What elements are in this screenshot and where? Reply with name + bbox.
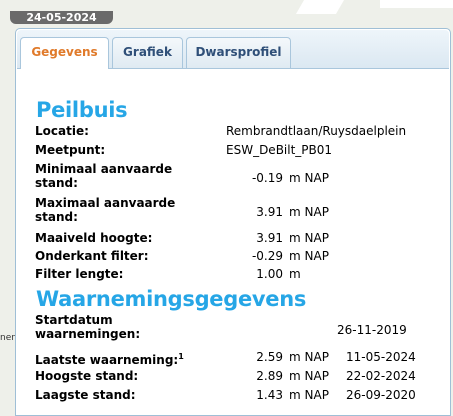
label-laatste-waarneming-text: Laatste waarneming:: [35, 353, 179, 367]
unit-filter-lengte: m: [289, 267, 301, 281]
tab-gegevens[interactable]: Gegevens: [20, 37, 109, 69]
label-minimaal-2: stand:: [35, 176, 78, 190]
unit-laatste-waarneming: m NAP: [289, 350, 329, 364]
date-laagste-stand: 26-09-2020: [346, 388, 416, 402]
label-minimaal-1: Minimaal aanvaarde: [35, 162, 173, 176]
label-onderkant: Onderkant filter:: [35, 249, 149, 263]
info-panel: Gegevens Grafiek Dwarsprofiel Peilbuis L…: [15, 28, 451, 416]
value-locatie: Rembrandtlaan/Ruysdaelplein: [226, 124, 407, 138]
date-hoogste-stand: 22-02-2024: [346, 369, 416, 383]
tab-bar: Gegevens Grafiek Dwarsprofiel: [17, 30, 449, 69]
label-locatie: Locatie:: [35, 124, 89, 138]
label-startdatum-2: waarnemingen:: [35, 327, 141, 341]
unit-onderkant: m NAP: [289, 249, 329, 263]
tab-content: Peilbuis Locatie: Rembrandtlaan/Ruysdael…: [16, 69, 450, 415]
label-maximaal-2: stand:: [35, 210, 78, 224]
tab-dwarsprofiel[interactable]: Dwarsprofiel: [186, 37, 291, 68]
label-hoogste-stand: Hoogste stand:: [35, 369, 139, 383]
value-meetpunt: ESW_DeBilt_PB01: [226, 143, 333, 157]
label-filter-lengte: Filter lengte:: [35, 267, 124, 281]
label-maximaal-1: Maximaal aanvaarde: [35, 196, 176, 210]
label-meetpunt: Meetpunt:: [35, 143, 106, 157]
section-title-peilbuis: Peilbuis: [36, 98, 128, 122]
date-laatste-waarneming: 11-05-2024: [346, 350, 416, 364]
label-startdatum-1: Startdatum: [35, 313, 113, 327]
value-laatste-waarneming: 2.59: [256, 350, 283, 364]
value-filter-lengte: 1.00: [256, 267, 283, 281]
unit-minimaal: m NAP: [289, 171, 329, 185]
value-startdatum: 26-11-2019: [337, 323, 407, 337]
map-road: [295, 0, 345, 14]
footnote-marker: 1: [178, 352, 184, 361]
value-hoogste-stand: 2.89: [256, 369, 283, 383]
date-badge: 24-05-2024: [10, 11, 113, 24]
value-laagste-stand: 1.43: [256, 388, 283, 402]
unit-maaiveld: m NAP: [289, 231, 329, 245]
value-maximaal: 3.91: [256, 205, 283, 219]
label-maaiveld: Maaiveld hoogte:: [35, 231, 153, 245]
value-minimaal: -0.19: [251, 171, 283, 185]
map-road: [380, 0, 453, 8]
unit-laagste-stand: m NAP: [289, 388, 329, 402]
value-maaiveld: 3.91: [256, 231, 283, 245]
label-laagste-stand: Laagste stand:: [35, 388, 136, 402]
unit-hoogste-stand: m NAP: [289, 369, 329, 383]
tab-grafiek[interactable]: Grafiek: [112, 37, 183, 68]
value-onderkant: -0.29: [251, 249, 283, 263]
label-laatste-waarneming: Laatste waarneming:1: [35, 350, 220, 367]
section-title-waarnemingsgegevens: Waarnemingsgegevens: [36, 287, 307, 311]
unit-maximaal: m NAP: [289, 205, 329, 219]
